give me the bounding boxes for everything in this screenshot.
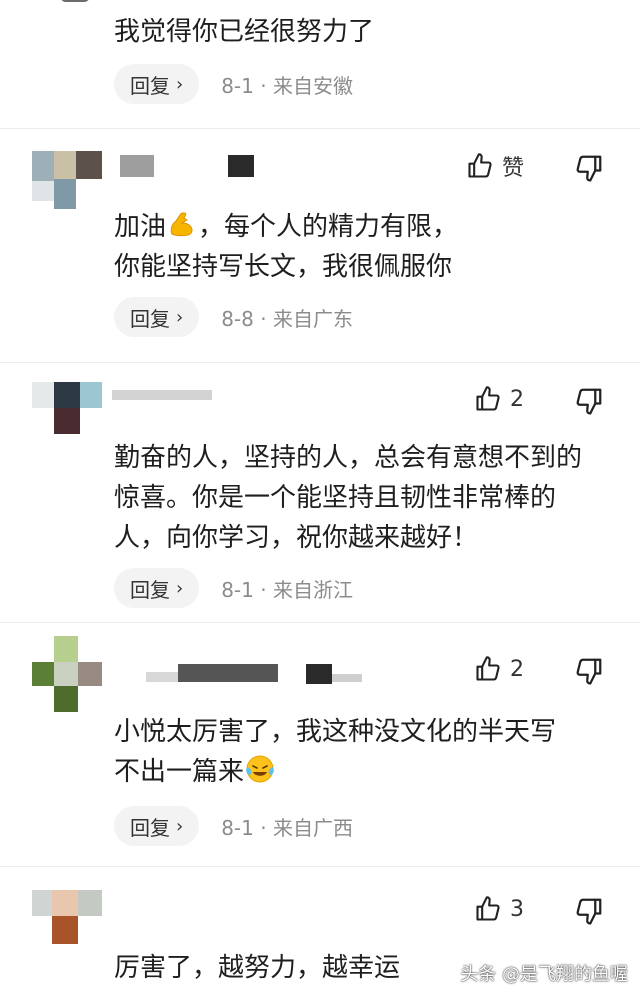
reply-button[interactable]: 回复 › <box>114 64 200 104</box>
reply-button[interactable]: 回复 › <box>114 806 200 846</box>
thumbs-up-icon <box>476 386 500 411</box>
thumbs-down-icon[interactable] <box>574 153 604 183</box>
thumbs-up-icon <box>476 896 500 921</box>
chevron-right-icon: › <box>176 577 184 599</box>
comment-footer: 回复 › 8-1 · 来自安徽 <box>114 64 353 104</box>
like-count: 3 <box>510 896 524 922</box>
like-button[interactable]: 3 <box>474 892 524 926</box>
like-count: 2 <box>510 386 524 412</box>
thumbs-up-icon <box>476 656 500 681</box>
comment-meta: 8-1 · 来自浙江 <box>221 574 353 603</box>
like-button[interactable]: 2 <box>474 652 524 686</box>
comment-meta: 8-8 · 来自广东 <box>221 303 353 332</box>
comment-location: 来自浙江 <box>272 577 353 602</box>
reply-label: 回复 <box>130 815 170 840</box>
divider <box>0 622 640 623</box>
comment-text-part: 加油 <box>114 212 167 242</box>
comment-meta: 8-1 · 来自安徽 <box>221 70 353 99</box>
flexed-biceps-emoji <box>170 212 193 237</box>
comment-text: 我觉得你已经很努力了 <box>114 17 375 47</box>
avatar[interactable] <box>60 0 90 2</box>
comment-location: 来自广西 <box>272 815 353 840</box>
comment-text: 小悦太厉害了，我这种没文化的半天写 不出一篇来 <box>114 712 614 792</box>
chevron-right-icon: › <box>176 306 184 328</box>
watermark: 头条 @是飞翔的鱼喔 <box>460 964 628 985</box>
comment-date: 8-1 <box>221 815 254 840</box>
like-count: 2 <box>510 656 524 682</box>
chevron-right-icon: › <box>176 73 184 95</box>
comment-footer: 回复 › 8-1 · 来自浙江 <box>114 568 353 608</box>
reply-label: 回复 <box>130 577 170 602</box>
username[interactable] <box>120 155 260 177</box>
comment-text-part: 小悦太厉害了，我这种没文化的半天写 不出一篇来 <box>114 717 557 787</box>
comment-text: 加油 ，每个人的精力有限， 你能坚持写长文，我很佩服你 <box>114 207 614 287</box>
comment-location: 来自广东 <box>272 306 353 331</box>
comment-date: 8-8 <box>221 306 254 331</box>
comment-text: 勤奋的人，坚持的人，总会有意想不到的惊喜。你是一个能坚持且韧性非常棒的人，向你学… <box>114 443 583 553</box>
comment-footer: 回复 › 8-1 · 来自广西 <box>114 806 353 846</box>
like-button[interactable]: 2 <box>474 382 524 416</box>
thumbs-down-icon[interactable] <box>574 656 604 686</box>
avatar[interactable] <box>32 151 102 209</box>
meta-separator: · <box>260 577 267 602</box>
comment-location: 来自安徽 <box>272 73 353 98</box>
comment-date: 8-1 <box>221 577 254 602</box>
like-count: 赞 <box>502 156 525 181</box>
reply-label: 回复 <box>130 306 170 331</box>
reply-button[interactable]: 回复 › <box>114 568 200 608</box>
avatar[interactable] <box>32 890 102 948</box>
reply-label: 回复 <box>130 73 170 98</box>
avatar[interactable] <box>32 636 102 712</box>
meta-separator: · <box>260 815 267 840</box>
comment-footer: 回复 › 8-8 · 来自广东 <box>114 297 353 337</box>
username[interactable] <box>112 384 222 406</box>
username[interactable] <box>146 664 366 686</box>
divider <box>0 866 640 867</box>
meta-separator: · <box>260 73 267 98</box>
meta-separator: · <box>260 306 267 331</box>
comment-date: 8-1 <box>221 73 254 98</box>
divider <box>0 362 640 363</box>
reply-button[interactable]: 回复 › <box>114 297 200 337</box>
avatar[interactable] <box>32 382 102 440</box>
crying-laughing-emoji <box>246 755 274 783</box>
chevron-right-icon: › <box>176 815 184 837</box>
comment-meta: 8-1 · 来自广西 <box>221 812 353 841</box>
divider <box>0 128 640 129</box>
thumbs-down-icon[interactable] <box>574 896 604 926</box>
like-button[interactable]: 赞 <box>466 149 524 183</box>
thumbs-down-icon[interactable] <box>574 386 604 416</box>
thumbs-up-icon <box>468 153 492 178</box>
